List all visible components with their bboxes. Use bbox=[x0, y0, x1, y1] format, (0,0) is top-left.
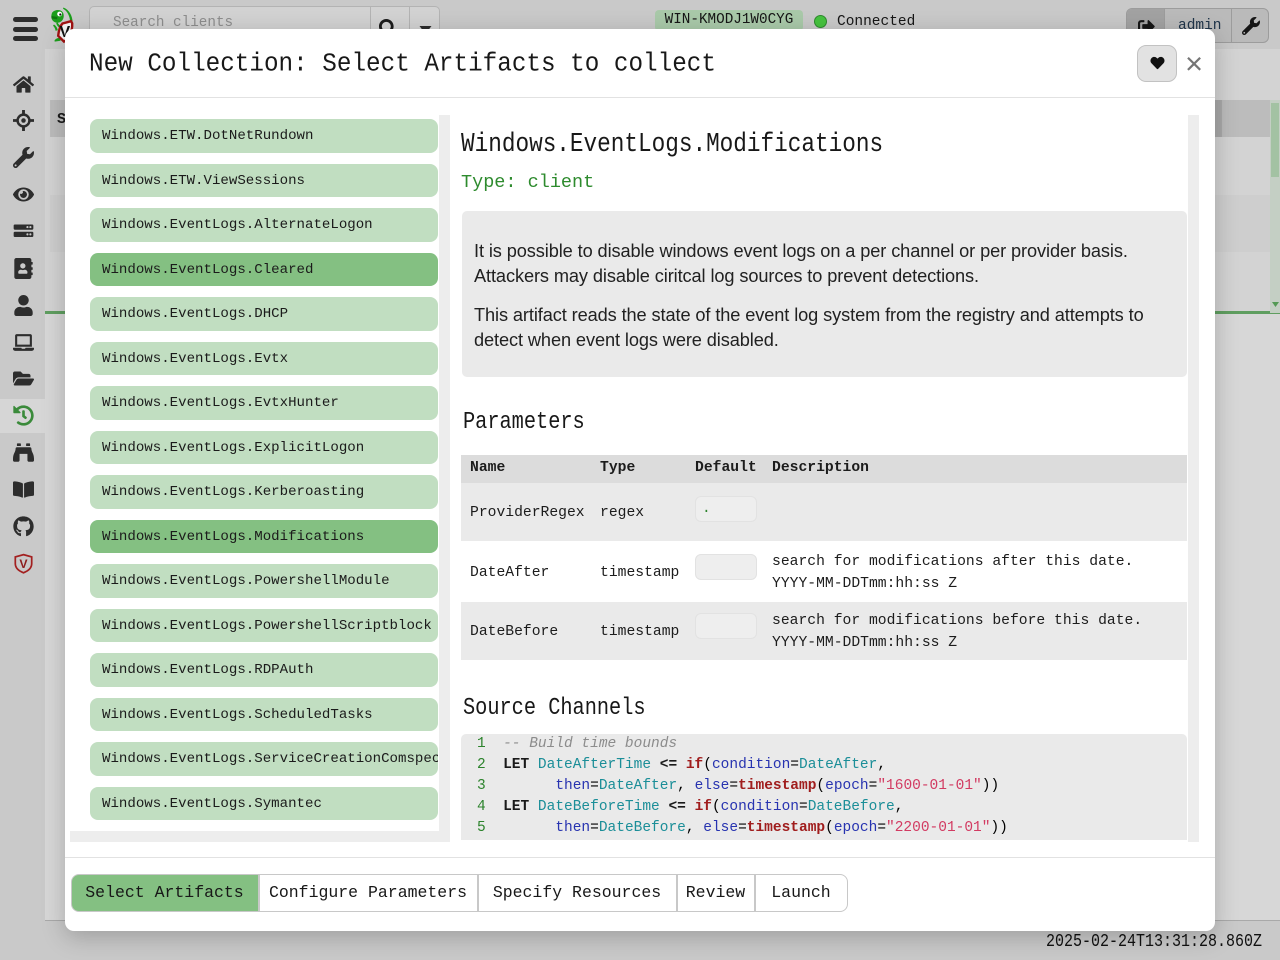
svg-text:V: V bbox=[19, 557, 28, 571]
